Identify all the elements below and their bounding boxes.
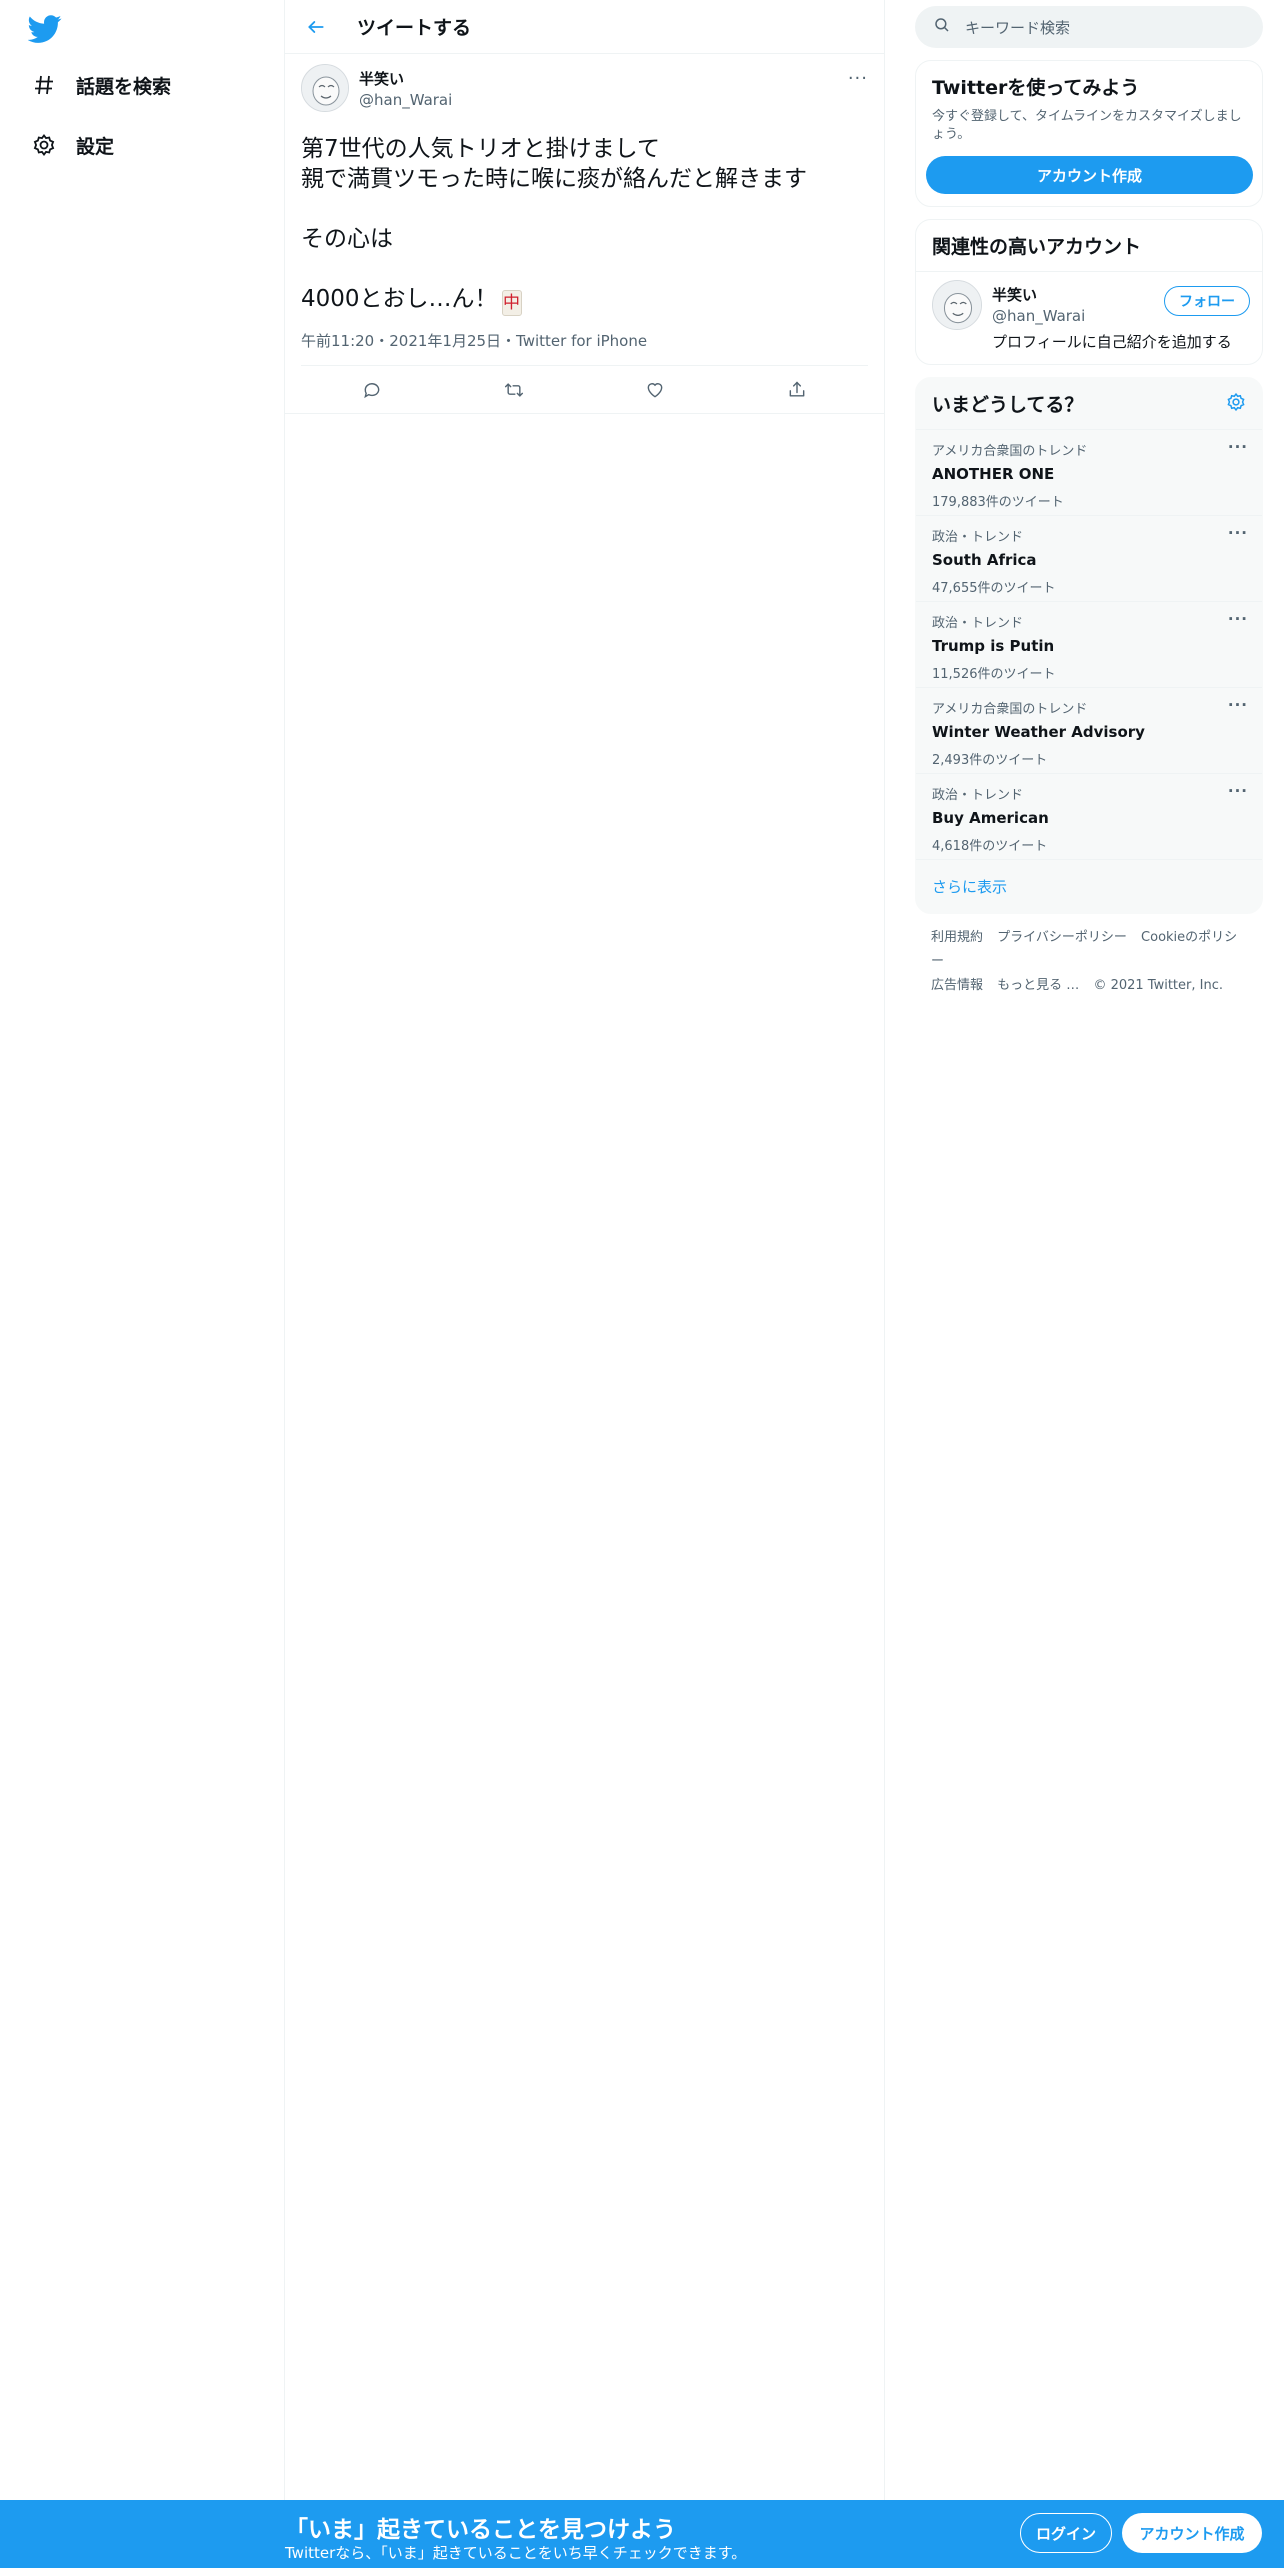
tweet-header: 半笑い @han_Warai ··· bbox=[301, 64, 868, 116]
nav-explore-label: 話題を検索 bbox=[76, 75, 172, 98]
footer-ads-link[interactable]: 広告情報 bbox=[931, 978, 983, 993]
footer-terms-link[interactable]: 利用規約 bbox=[931, 930, 983, 945]
trend-item[interactable]: 政治・トレンド South Africa 47,655件のツイート ··· bbox=[916, 516, 1262, 602]
relevant-accounts-title: 関連性の高いアカウント bbox=[932, 236, 1142, 258]
share-icon[interactable] bbox=[777, 370, 817, 410]
reply-icon[interactable] bbox=[352, 370, 392, 410]
relevant-accounts-card: 関連性の高いアカウント 半笑い @han_Warai プロフィールに自己紹介を追… bbox=[915, 219, 1263, 365]
signup-card: Twitterを使ってみよう 今すぐ登録して、タイムラインをカスタマイズしましょ… bbox=[915, 60, 1263, 207]
trend-item[interactable]: 政治・トレンド Buy American 4,618件のツイート ··· bbox=[916, 774, 1262, 860]
trend-item[interactable]: アメリカ合衆国のトレンド ANOTHER ONE 179,883件のツイート ·… bbox=[916, 430, 1262, 516]
follow-button[interactable]: フォロー bbox=[1164, 286, 1250, 316]
trend-count: 4,618件のツイート bbox=[932, 839, 1048, 854]
retweet-icon[interactable] bbox=[494, 370, 534, 410]
search-input[interactable]: キーワード検索 bbox=[915, 6, 1263, 48]
trend-name: ANOTHER ONE bbox=[932, 465, 1055, 483]
avatar[interactable] bbox=[301, 64, 349, 112]
trend-count: 47,655件のツイート bbox=[932, 581, 1056, 596]
trend-context: アメリカ合衆国のトレンド bbox=[932, 702, 1088, 717]
display-name[interactable]: 半笑い bbox=[359, 68, 452, 89]
page-title: ツイートする bbox=[357, 17, 472, 39]
tweet-actions bbox=[285, 366, 884, 414]
footer-copyright: © 2021 Twitter, Inc. bbox=[1093, 978, 1223, 993]
left-nav: 話題を検索 設定 bbox=[0, 0, 285, 2568]
trend-item[interactable]: アメリカ合衆国のトレンド Winter Weather Advisory 2,4… bbox=[916, 688, 1262, 774]
trend-context: 政治・トレンド bbox=[932, 616, 1024, 631]
right-sidebar: キーワード検索 Twitterを使ってみよう 今すぐ登録して、タイムラインをカス… bbox=[915, 0, 1263, 1010]
search-icon bbox=[933, 16, 951, 38]
more-options-icon[interactable]: ··· bbox=[1228, 610, 1248, 628]
tweet-line-3: その心は bbox=[301, 226, 393, 252]
hashtag-icon bbox=[30, 71, 58, 99]
mahjong-tile-emoji: 中 bbox=[501, 290, 522, 316]
nav-settings-label: 設定 bbox=[76, 135, 115, 158]
tweet-text: 第7世代の人気トリオと掛けまして 親で満貫ツモった時に喉に痰が絡んだと解きます … bbox=[301, 134, 868, 316]
gear-icon[interactable] bbox=[1226, 392, 1246, 416]
nav-settings[interactable]: 設定 bbox=[30, 125, 114, 165]
trend-context: アメリカ合衆国のトレンド bbox=[932, 444, 1088, 459]
username[interactable]: @han_Warai bbox=[359, 91, 452, 109]
tweet-detail: 半笑い @han_Warai ··· 第7世代の人気トリオと掛けまして 親で満貫… bbox=[285, 54, 884, 414]
more-options-icon[interactable]: ··· bbox=[1228, 438, 1248, 456]
trend-name: South Africa bbox=[932, 551, 1037, 569]
back-arrow-icon[interactable] bbox=[299, 10, 333, 44]
signup-card-title: Twitterを使ってみよう bbox=[932, 77, 1140, 99]
banner-title: 「いま」起きていることを見つけよう bbox=[285, 2517, 676, 2543]
login-button[interactable]: ログイン bbox=[1020, 2513, 1112, 2553]
more-options-icon[interactable]: ··· bbox=[1228, 782, 1248, 800]
trends-title: いまどうしてる？ bbox=[932, 394, 1084, 416]
more-options-icon[interactable]: ··· bbox=[848, 68, 868, 89]
trends-card: いまどうしてる？ アメリカ合衆国のトレンド ANOTHER ONE 179,88… bbox=[915, 377, 1263, 914]
trend-name: Trump is Putin bbox=[932, 637, 1055, 655]
account-bio: プロフィールに自己紹介を追加する bbox=[992, 333, 1232, 351]
search-placeholder: キーワード検索 bbox=[965, 18, 1071, 37]
tweet-timestamp[interactable]: 午前11:20・2021年1月25日・Twitter for iPhone bbox=[301, 330, 868, 366]
more-options-icon[interactable]: ··· bbox=[1228, 524, 1248, 542]
signup-button[interactable]: アカウント作成 bbox=[1122, 2513, 1262, 2553]
show-more-link[interactable]: さらに表示 bbox=[916, 860, 1262, 913]
sidebar-footer: 利用規約 プライバシーポリシー Cookieのポリシー 広告情報 もっと見る …… bbox=[915, 914, 1263, 1010]
trend-item[interactable]: 政治・トレンド Trump is Putin 11,526件のツイート ··· bbox=[916, 602, 1262, 688]
tweet-line-4: 4000とおし…ん！ bbox=[301, 286, 498, 312]
footer-more-link[interactable]: もっと見る … bbox=[997, 978, 1079, 993]
trend-count: 2,493件のツイート bbox=[932, 753, 1048, 768]
create-account-button[interactable]: アカウント作成 bbox=[926, 156, 1253, 194]
account-row[interactable]: 半笑い @han_Warai プロフィールに自己紹介を追加する フォロー bbox=[916, 271, 1262, 364]
like-icon[interactable] bbox=[635, 370, 675, 410]
signup-card-desc: 今すぐ登録して、タイムラインをカスタマイズしましょう。 bbox=[932, 109, 1242, 142]
bottom-banner: 「いま」起きていることを見つけよう Twitterなら、「いま」起きていることを… bbox=[0, 2500, 1284, 2568]
tweet-line-2: 親で満貫ツモった時に喉に痰が絡んだと解きます bbox=[301, 166, 807, 192]
tweet-line-1: 第7世代の人気トリオと掛けまして bbox=[301, 136, 660, 162]
footer-privacy-link[interactable]: プライバシーポリシー bbox=[997, 930, 1127, 945]
gear-icon bbox=[30, 131, 58, 159]
avatar[interactable] bbox=[932, 280, 982, 330]
banner-subtitle: Twitterなら、「いま」起きていることをいち早くチェックできます。 bbox=[285, 2544, 747, 2562]
trend-count: 11,526件のツイート bbox=[932, 667, 1056, 682]
twitter-bird-icon[interactable] bbox=[27, 12, 64, 48]
trend-name: Buy American bbox=[932, 809, 1049, 827]
more-options-icon[interactable]: ··· bbox=[1228, 696, 1248, 714]
main-column: ツイートする 半笑い @han_Warai ··· 第7世代の人気トリオと掛けま… bbox=[285, 0, 885, 2568]
main-header: ツイートする bbox=[285, 0, 884, 54]
nav-explore[interactable]: 話題を検索 bbox=[30, 65, 171, 105]
trend-context: 政治・トレンド bbox=[932, 530, 1024, 545]
trends-header: いまどうしてる？ bbox=[916, 378, 1262, 430]
trend-context: 政治・トレンド bbox=[932, 788, 1024, 803]
trend-name: Winter Weather Advisory bbox=[932, 723, 1145, 741]
trend-count: 179,883件のツイート bbox=[932, 495, 1064, 510]
